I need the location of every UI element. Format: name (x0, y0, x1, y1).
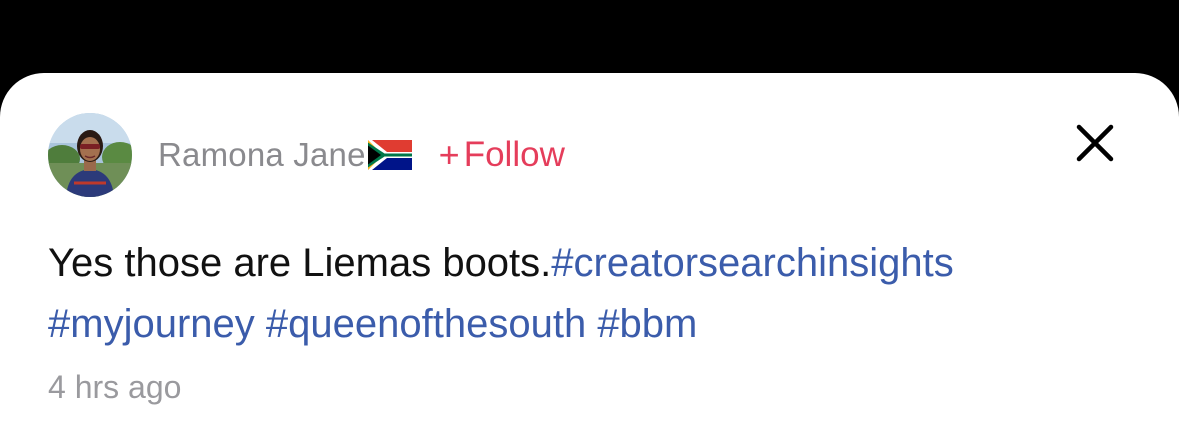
author-name[interactable]: Ramona Jane (158, 136, 366, 174)
close-button[interactable] (1074, 122, 1116, 164)
post-caption: Yes those are Liemas boots.#creatorsearc… (48, 233, 1148, 355)
caption-line-1: Yes those are Liemas boots.#creatorsearc… (48, 233, 1148, 294)
hashtag-queenofthesouth[interactable]: #queenofthesouth (266, 302, 586, 346)
hashtag-bbm[interactable]: #bbm (597, 302, 697, 346)
hashtag-myjourney[interactable]: #myjourney (48, 302, 255, 346)
follow-label: Follow (463, 135, 565, 174)
hashtag-creatorsearchinsights[interactable]: #creatorsearchinsights (551, 241, 953, 285)
author-row: Ramona Jane + Follow (158, 134, 565, 176)
caption-line-2: #myjourney #queenofthesouth #bbm (48, 294, 1148, 355)
profile-photo-avatar (48, 113, 132, 197)
post-info-sheet: Ramona Jane + Follow Yes those are Liema… (0, 73, 1179, 446)
close-icon (1076, 124, 1114, 162)
south-africa-flag-icon (367, 140, 412, 170)
caption-text: Yes those are Liemas boots. (48, 241, 552, 285)
follow-plus-icon: + (438, 134, 460, 175)
post-timestamp: 4 hrs ago (48, 369, 182, 405)
follow-button[interactable]: + Follow (439, 134, 565, 176)
avatar[interactable] (48, 113, 132, 197)
